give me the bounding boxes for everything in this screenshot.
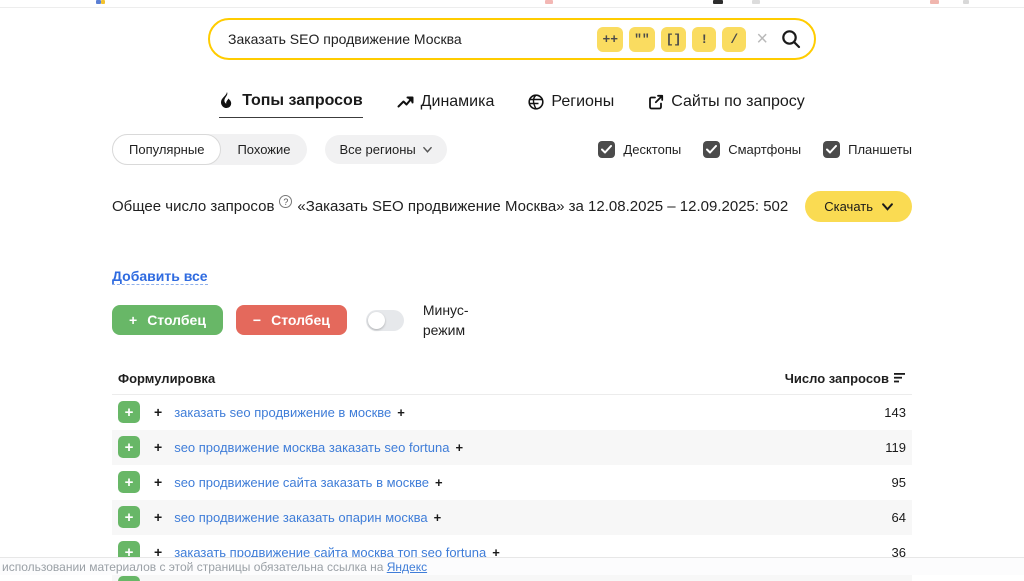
- add-column-button[interactable]: + Столбец: [112, 305, 223, 335]
- search-bar: ++ "" [] ! / ×: [208, 18, 816, 60]
- summary-query-period-count: «Заказать SEO продвижение Москва» за 12.…: [297, 198, 788, 215]
- operator-quotes-button[interactable]: "": [629, 27, 655, 52]
- plus-operator-button[interactable]: +: [154, 474, 162, 490]
- checkbox-label: Планшеты: [848, 142, 912, 157]
- checkbox-desktops[interactable]: Десктопы: [598, 141, 681, 158]
- bookmark-favicon-fragment: [713, 0, 723, 4]
- query-link[interactable]: seo продвижение заказать опарин москва: [174, 510, 427, 525]
- add-query-button[interactable]: +: [118, 401, 140, 423]
- tab-tops-zaprosov[interactable]: Топы запросов: [219, 92, 362, 118]
- append-plus-button[interactable]: +: [455, 440, 463, 455]
- download-button[interactable]: Скачать: [805, 191, 912, 222]
- tab-dinamika[interactable]: Динамика: [397, 92, 495, 118]
- minus-mode-toggle[interactable]: [366, 310, 404, 331]
- query-link[interactable]: seo продвижение сайта заказать в москве: [174, 475, 429, 490]
- bookmark-favicon-fragment: [545, 0, 553, 4]
- add-query-button[interactable]: +: [118, 576, 140, 581]
- operator-brackets-button[interactable]: []: [661, 27, 687, 52]
- add-query-button[interactable]: +: [118, 506, 140, 528]
- tab-regiony[interactable]: Регионы: [528, 92, 614, 118]
- checkbox-checked-icon: [823, 141, 840, 158]
- bookmark-favicon-fragment: [101, 0, 105, 4]
- download-button-label: Скачать: [824, 199, 873, 214]
- search-submit-button[interactable]: [780, 28, 802, 50]
- search-icon: [780, 28, 802, 50]
- query-link[interactable]: seo продвижение москва заказать seo fort…: [174, 440, 449, 455]
- append-plus-button[interactable]: +: [435, 475, 443, 490]
- query-count: 64: [892, 510, 906, 525]
- globe-icon: [528, 94, 544, 110]
- checkbox-label: Десктопы: [623, 142, 681, 157]
- clear-search-icon[interactable]: ×: [756, 29, 768, 49]
- yandex-link[interactable]: Яндекс: [387, 560, 427, 574]
- add-query-button[interactable]: +: [118, 471, 140, 493]
- summary-prefix: Общее число запросов: [112, 198, 274, 215]
- bookmark-favicon-fragment: [963, 0, 969, 4]
- add-column-label: Столбец: [147, 312, 206, 328]
- plus-icon: +: [129, 312, 137, 328]
- checkbox-label: Смартфоны: [728, 142, 801, 157]
- copyright-footer: использовании материалов с этой страницы…: [0, 557, 1024, 575]
- query-count: 95: [892, 475, 906, 490]
- segment-popular[interactable]: Популярные: [112, 134, 221, 165]
- info-icon[interactable]: ?: [279, 195, 292, 208]
- queries-table: Формулировка Число запросов + + заказать…: [112, 365, 912, 581]
- query-operators: ++ "" [] ! /: [597, 27, 746, 52]
- footer-text: использовании материалов с этой страницы…: [2, 560, 387, 574]
- tab-label: Топы запросов: [242, 92, 362, 110]
- checkbox-tablets[interactable]: Планшеты: [823, 141, 912, 158]
- column-header-count-label: Число запросов: [785, 371, 889, 386]
- total-queries-summary: Общее число запросов ? «Заказать SEO про…: [112, 198, 788, 215]
- external-link-icon: [648, 94, 664, 110]
- query-count: 143: [884, 405, 906, 420]
- tab-sajty-po-zaprosu[interactable]: Сайты по запросу: [648, 92, 805, 118]
- checkbox-checked-icon: [598, 141, 615, 158]
- column-header-count[interactable]: Число запросов: [785, 371, 906, 386]
- tab-label: Регионы: [551, 93, 614, 111]
- operator-plus-plus-button[interactable]: ++: [597, 27, 623, 52]
- minus-icon: −: [253, 312, 261, 328]
- tab-label: Сайты по запросу: [671, 93, 805, 111]
- plus-operator-button[interactable]: +: [154, 404, 162, 420]
- remove-column-button[interactable]: − Столбец: [236, 305, 347, 335]
- query-count: 119: [885, 440, 906, 455]
- trend-icon: [397, 94, 414, 109]
- table-row: + + заказать seo продвижение в москве + …: [112, 395, 912, 430]
- plus-operator-button[interactable]: +: [154, 439, 162, 455]
- checkbox-smartphones[interactable]: Смартфоны: [703, 141, 801, 158]
- bookmark-favicon-fragment: [752, 0, 760, 4]
- remove-column-label: Столбец: [271, 312, 330, 328]
- add-query-button[interactable]: +: [118, 436, 140, 458]
- query-type-segmented-control: Популярные Похожие: [112, 134, 307, 165]
- table-row: + + seo продвижение москва заказать seo …: [112, 430, 912, 465]
- checkbox-checked-icon: [703, 141, 720, 158]
- region-selector-label: Все регионы: [340, 142, 416, 157]
- browser-chrome-edge: [0, 0, 1024, 8]
- bookmark-favicon-fragment: [930, 0, 939, 4]
- plus-operator-button[interactable]: +: [154, 509, 162, 525]
- segment-similar[interactable]: Похожие: [221, 134, 306, 165]
- region-selector[interactable]: Все регионы: [325, 135, 447, 164]
- sort-icon: [894, 373, 906, 383]
- toggle-knob: [368, 312, 385, 329]
- column-header-query: Формулировка: [118, 371, 215, 386]
- table-row: + + seo продвижение сайта заказать в мос…: [112, 465, 912, 500]
- query-link[interactable]: заказать seo продвижение в москве: [174, 405, 391, 420]
- device-filters: Десктопы Смартфоны Планшеты: [598, 141, 912, 158]
- minus-mode-label: Минус-режим: [423, 300, 485, 341]
- append-plus-button[interactable]: +: [397, 405, 405, 420]
- tab-label: Динамика: [421, 93, 495, 111]
- search-input[interactable]: [228, 31, 597, 47]
- operator-exclamation-button[interactable]: !: [692, 27, 716, 52]
- append-plus-button[interactable]: +: [434, 510, 442, 525]
- section-tabs: Топы запросов Динамика Регионы: [0, 92, 1024, 118]
- table-row: + + seo продвижение заказать опарин моск…: [112, 500, 912, 535]
- wordstat-page: ++ "" [] ! / × Топы: [0, 18, 1024, 575]
- operator-slash-button[interactable]: /: [722, 27, 746, 52]
- add-all-link[interactable]: Добавить все: [112, 268, 208, 285]
- chevron-down-icon: [882, 201, 893, 212]
- table-body: + + заказать seo продвижение в москве + …: [112, 395, 912, 581]
- flame-icon: [219, 92, 235, 110]
- chevron-down-icon: [423, 145, 432, 154]
